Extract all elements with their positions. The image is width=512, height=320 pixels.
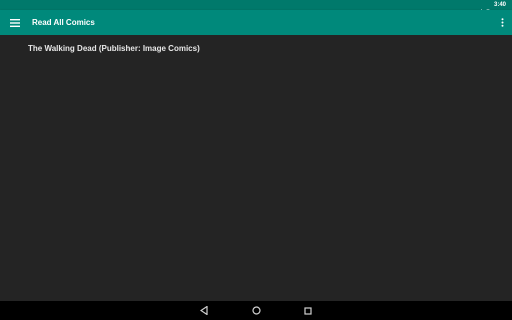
battery-icon: [485, 2, 491, 15]
app-bar: Read All Comics: [0, 10, 512, 35]
navigation-bar: [0, 301, 512, 320]
back-icon[interactable]: [198, 305, 209, 316]
home-icon[interactable]: [251, 305, 262, 316]
comics-list: The Walking Dead (Publisher: Image Comic…: [0, 35, 512, 301]
signal-icon: [475, 2, 482, 15]
app-title: Read All Comics: [32, 18, 95, 27]
status-time: 3:40: [493, 2, 506, 8]
recents-icon[interactable]: [302, 305, 313, 316]
status-bar: 3:40: [0, 0, 512, 15]
list-item[interactable]: The Walking Dead (Publisher: Image Comic…: [28, 44, 200, 53]
hamburger-menu-icon[interactable]: [2, 10, 28, 35]
more-vert-icon[interactable]: [492, 10, 512, 35]
